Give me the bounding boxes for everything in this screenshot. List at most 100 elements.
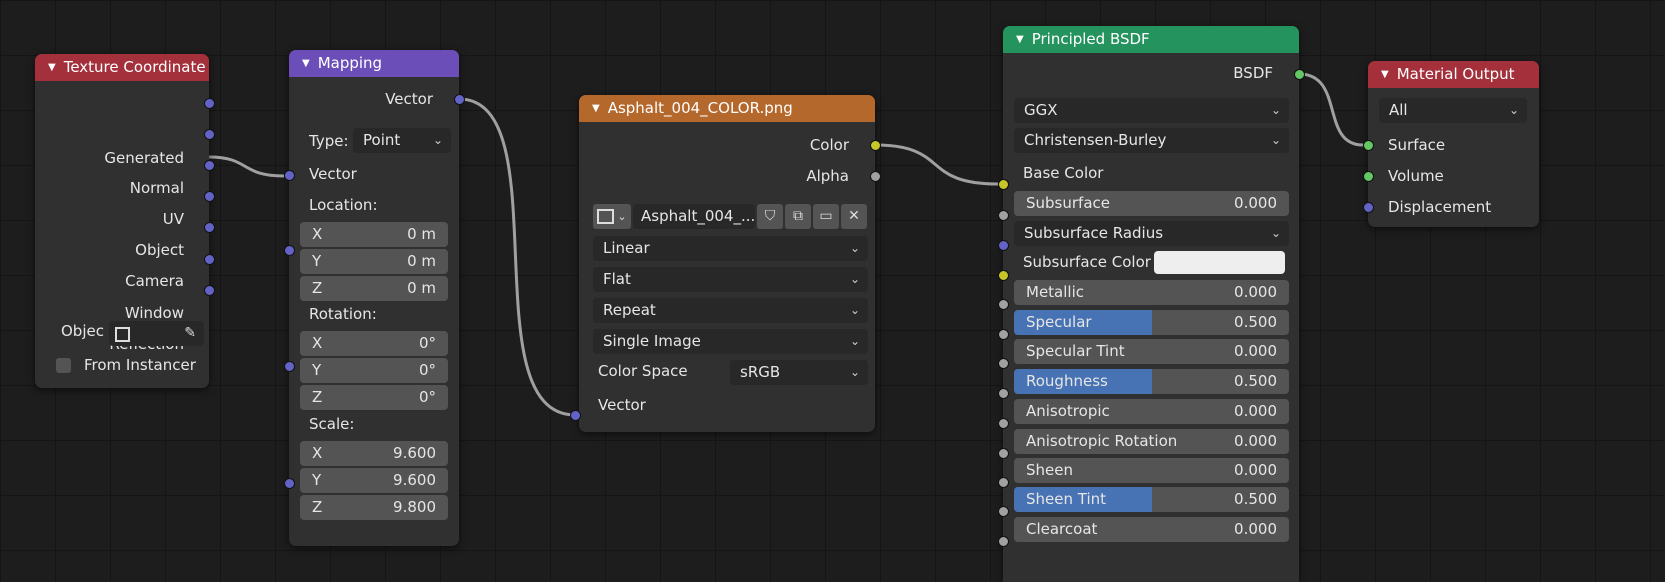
socket-clearcoat-in[interactable] <box>998 536 1009 547</box>
fake-user-shield-icon[interactable]: ⛉ <box>757 204 783 229</box>
node-header[interactable]: ▼ Material Output <box>1368 61 1539 88</box>
mapping-node[interactable]: ▼ Mapping Vector Type: Point ⌄ Vector Loca… <box>289 50 459 546</box>
scale-y-field[interactable]: Y 9.600 <box>300 468 448 493</box>
collapse-triangle-icon[interactable]: ▼ <box>1016 34 1024 45</box>
socket-normal[interactable] <box>204 129 215 140</box>
subsurface-color-label: Subsurface Color <box>1023 253 1151 271</box>
location-label: Location: <box>309 196 378 214</box>
chevron-down-icon: ⌄ <box>849 303 860 317</box>
image-name-field[interactable]: Asphalt_004_... <box>633 204 755 229</box>
target-dropdown[interactable]: All ⌄ <box>1379 98 1527 123</box>
socket-bsdf-out[interactable] <box>1294 69 1305 80</box>
interpolation-dropdown[interactable]: Linear ⌄ <box>593 236 868 261</box>
socket-rotation-in[interactable] <box>284 361 295 372</box>
object-picker-field[interactable]: ✎ <box>109 321 204 346</box>
socket-subsurface-in[interactable] <box>998 210 1009 221</box>
socket-sheen-in[interactable] <box>998 477 1009 488</box>
socket-uv[interactable] <box>204 160 215 171</box>
metallic-field[interactable]: Metallic 0.000 <box>1014 280 1289 305</box>
output-generated: Generated <box>104 149 184 167</box>
unlink-close-icon[interactable]: ✕ <box>841 204 867 229</box>
scale-x-field[interactable]: X 9.600 <box>300 441 448 466</box>
node-header[interactable]: ▼ Texture Coordinate <box>35 54 209 81</box>
node-header[interactable]: ▼ Asphalt_004_COLOR.png <box>579 95 875 122</box>
specular-slider[interactable]: Specular 0.500 <box>1014 310 1289 335</box>
location-x-field[interactable]: X0 m <box>300 222 448 247</box>
node-header[interactable]: ▼ Principled BSDF <box>1003 26 1299 53</box>
collapse-triangle-icon[interactable]: ▼ <box>592 103 600 114</box>
distribution-dropdown[interactable]: GGX ⌄ <box>1014 98 1289 123</box>
socket-image-vector-in[interactable] <box>570 410 581 421</box>
open-folder-icon[interactable]: ▭ <box>813 204 839 229</box>
chevron-down-icon: ⌄ <box>849 241 860 255</box>
location-y-field[interactable]: Y0 m <box>300 249 448 274</box>
socket-mapping-out[interactable] <box>454 94 465 105</box>
anisotropic-field[interactable]: Anisotropic 0.000 <box>1014 399 1289 424</box>
subsurface-color-swatch[interactable] <box>1154 251 1285 274</box>
principled-bsdf-node[interactable]: ▼ Principled BSDF BSDF GGX ⌄ Christensen-B… <box>1003 26 1299 582</box>
rotation-y-field[interactable]: Y 0° <box>300 358 448 383</box>
socket-image-color-out[interactable] <box>870 140 881 151</box>
image-texture-node[interactable]: ▼ Asphalt_004_COLOR.png Color Alpha ⌄ Asp… <box>579 95 875 432</box>
source-dropdown[interactable]: Single Image ⌄ <box>593 329 868 354</box>
type-dropdown[interactable]: Point ⌄ <box>353 128 451 153</box>
location-z-field[interactable]: Z0 m <box>300 276 448 301</box>
socket-anisotropic-rotation-in[interactable] <box>998 448 1009 459</box>
collapse-triangle-icon[interactable]: ▼ <box>302 58 310 69</box>
from-instancer-checkbox[interactable] <box>56 358 71 373</box>
sheen-tint-slider[interactable]: Sheen Tint 0.500 <box>1014 487 1289 512</box>
roughness-slider[interactable]: Roughness 0.500 <box>1014 369 1289 394</box>
output-alpha: Alpha <box>806 167 849 185</box>
socket-generated[interactable] <box>204 98 215 109</box>
socket-roughness-in[interactable] <box>998 388 1009 399</box>
extension-dropdown[interactable]: Repeat ⌄ <box>593 298 868 323</box>
socket-surface-in[interactable] <box>1363 140 1374 151</box>
from-instancer-label: From Instancer <box>84 356 196 374</box>
output-object: Object <box>135 241 184 259</box>
clearcoat-field[interactable]: Clearcoat 0.000 <box>1014 517 1289 542</box>
material-output-node[interactable]: ▼ Material Output All ⌄ Surface Volume Dis… <box>1368 61 1539 227</box>
image-browse-button[interactable]: ⌄ <box>593 204 631 229</box>
color-space-dropdown[interactable]: sRGB ⌄ <box>730 360 868 385</box>
socket-window[interactable] <box>204 254 215 265</box>
subsurface-method-dropdown[interactable]: Christensen-Burley ⌄ <box>1014 128 1289 153</box>
socket-object[interactable] <box>204 191 215 202</box>
socket-anisotropic-in[interactable] <box>998 418 1009 429</box>
sheen-field[interactable]: Sheen 0.000 <box>1014 458 1289 483</box>
socket-specular-tint-in[interactable] <box>998 358 1009 369</box>
socket-reflection[interactable] <box>204 285 215 296</box>
chevron-down-icon: ⌄ <box>1270 103 1281 117</box>
collapse-triangle-icon[interactable]: ▼ <box>1381 69 1389 80</box>
collapse-triangle-icon[interactable]: ▼ <box>48 62 56 73</box>
link-uv-to-mapping <box>208 155 285 178</box>
rotation-x-field[interactable]: X 0° <box>300 331 448 356</box>
socket-displacement-in[interactable] <box>1363 202 1374 213</box>
anisotropic-rotation-field[interactable]: Anisotropic Rotation 0.000 <box>1014 429 1289 454</box>
socket-camera[interactable] <box>204 222 215 233</box>
socket-image-alpha-out[interactable] <box>870 171 881 182</box>
socket-location-in[interactable] <box>284 245 295 256</box>
output-uv: UV <box>162 210 184 228</box>
socket-base-color-in[interactable] <box>998 179 1009 190</box>
socket-sheen-tint-in[interactable] <box>998 506 1009 517</box>
input-surface-label: Surface <box>1388 136 1446 154</box>
socket-subsurface-color-in[interactable] <box>998 270 1009 281</box>
socket-scale-in[interactable] <box>284 478 295 489</box>
specular-tint-field[interactable]: Specular Tint 0.000 <box>1014 339 1289 364</box>
socket-metallic-in[interactable] <box>998 299 1009 310</box>
socket-mapping-vector-in[interactable] <box>284 170 295 181</box>
socket-specular-in[interactable] <box>998 329 1009 340</box>
chevron-down-icon: ⌄ <box>1270 133 1281 147</box>
projection-dropdown[interactable]: Flat ⌄ <box>593 267 868 292</box>
rotation-z-field[interactable]: Z 0° <box>300 385 448 410</box>
image-icon <box>597 208 615 224</box>
subsurface-radius-dropdown[interactable]: Subsurface Radius ⌄ <box>1014 221 1289 246</box>
scale-z-field[interactable]: Z 9.800 <box>300 495 448 520</box>
subsurface-field[interactable]: Subsurface 0.000 <box>1014 191 1289 216</box>
duplicate-image-icon[interactable]: ⧉ <box>785 204 811 229</box>
eyedropper-icon[interactable]: ✎ <box>184 321 196 346</box>
socket-subsurface-radius-in[interactable] <box>998 240 1009 251</box>
node-title: Mapping <box>317 54 383 72</box>
socket-volume-in[interactable] <box>1363 171 1374 182</box>
node-header[interactable]: ▼ Mapping <box>289 50 459 77</box>
